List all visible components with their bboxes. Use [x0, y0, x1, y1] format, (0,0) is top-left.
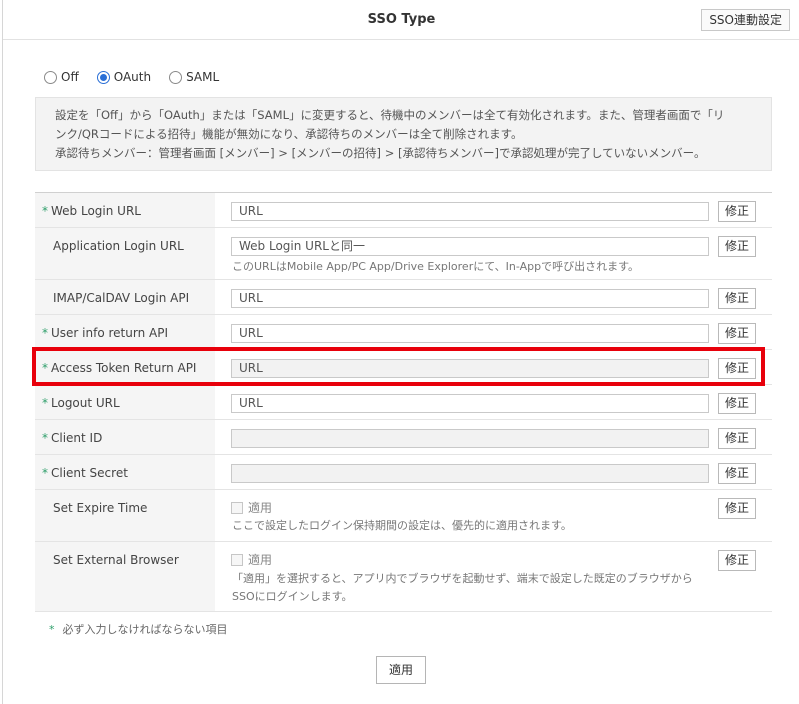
label-cell: Set Expire Time [35, 490, 215, 541]
field-hint: ここで設定したログイン保持期間の設定は、優先的に適用されます。 [232, 519, 572, 532]
edit-button[interactable]: 修正 [718, 498, 756, 519]
field-hint: 「適用」を選択すると、アプリ内でブラウザを起動せず、端末で設定した既定のブラウザ… [232, 572, 693, 585]
checkbox-icon[interactable] [231, 501, 243, 514]
web-login-url-input[interactable]: URL [231, 202, 709, 221]
edit-button[interactable]: 修正 [718, 288, 756, 309]
client-id-input[interactable] [231, 429, 709, 448]
radio-off-icon[interactable] [44, 70, 57, 84]
label-cell: * Client Secret [35, 455, 215, 489]
sso-settings-table: * Web Login URL URL 修正 Application Login … [35, 192, 772, 612]
user-info-return-api-input[interactable]: URL [231, 324, 709, 343]
field-label: * Web Login URL [42, 204, 141, 218]
required-mark: * [42, 466, 48, 480]
logout-url-input[interactable]: URL [231, 394, 709, 413]
table-row-user-info-return-api: * User info return API URL 修正 [35, 315, 772, 350]
header-bar: SSO Type SSO連動設定 [3, 0, 799, 40]
table-row-set-external-browser: Set External Browser 適用 修正 「適用」を選択すると、アプ… [35, 542, 772, 612]
table-row-set-expire-time: Set Expire Time 適用 修正 ここで設定したログイン保持期間の設定… [35, 490, 772, 542]
highlight-box [32, 347, 765, 386]
table-row-web-login-url: * Web Login URL URL 修正 [35, 193, 772, 228]
external-browser-apply-checkbox[interactable]: 適用 [231, 551, 272, 568]
notice-line: ンク/QRコードによる招待」機能が無効になり、承認待ちのメンバーは全て削除されま… [55, 127, 523, 141]
field-label: Application Login URL [53, 239, 184, 253]
radio-label-off: Off [61, 70, 79, 84]
checkbox-label: 適用 [248, 501, 273, 515]
table-row-client-secret: * Client Secret 修正 [35, 455, 772, 490]
table-row-logout-url: * Logout URL URL 修正 [35, 385, 772, 420]
field-label: * Logout URL [42, 396, 120, 410]
notice-line: 設定を「Off」から「OAuth」または「SAML」に変更すると、待機中のメンバ… [55, 108, 725, 122]
label-cell: Set External Browser [35, 542, 215, 611]
sso-type-radio-group: Off OAuth SAML [44, 70, 237, 84]
application-login-url-input[interactable]: Web Login URLと同一 [231, 237, 709, 256]
apply-button[interactable]: 適用 [376, 656, 426, 684]
checkbox-icon[interactable] [231, 553, 243, 566]
radio-label-saml: SAML [186, 70, 220, 84]
notice-line: 承認待ちメンバー：管理者画面 [メンバー] > [メンバーの招待] > [承認待… [55, 146, 706, 160]
field-label: IMAP/CalDAV Login API [53, 291, 190, 305]
required-mark: * [42, 204, 48, 218]
radio-option-saml[interactable]: SAML [169, 70, 219, 84]
required-mark: * [42, 431, 48, 445]
field-label: Set Expire Time [53, 501, 148, 515]
field-label: * User info return API [42, 326, 168, 340]
page-title: SSO Type [367, 12, 436, 27]
radio-saml-icon[interactable] [169, 70, 183, 84]
radio-oauth-icon[interactable] [96, 70, 110, 84]
label-cell: * Logout URL [35, 385, 215, 419]
label-cell: Application Login URL [35, 228, 215, 279]
required-footnote: * 必ず入力しなければならない項目 [49, 623, 228, 636]
edit-button[interactable]: 修正 [718, 550, 756, 571]
edit-button[interactable]: 修正 [718, 393, 756, 414]
imap-caldav-login-api-input[interactable]: URL [231, 289, 709, 308]
required-mark: * [49, 623, 55, 636]
label-cell: * Web Login URL [35, 193, 215, 227]
required-mark: * [42, 326, 48, 340]
label-cell: IMAP/CalDAV Login API [35, 280, 215, 314]
sso-link-settings-button[interactable]: SSO連動設定 [701, 9, 790, 31]
field-label: * Client Secret [42, 466, 128, 480]
radio-option-oauth[interactable]: OAuth [96, 70, 152, 84]
sso-settings-panel: SSO Type SSO連動設定 Off OAuth SAML 設定を「Off」… [2, 0, 799, 704]
required-mark: * [42, 396, 48, 410]
radio-option-off[interactable]: Off [44, 70, 79, 84]
field-hint: このURLはMobile App/PC App/Drive Explorerにて… [232, 260, 640, 273]
edit-button[interactable]: 修正 [718, 201, 756, 222]
field-label: Set External Browser [53, 553, 179, 567]
notice-box: 設定を「Off」から「OAuth」または「SAML」に変更すると、待機中のメンバ… [35, 97, 772, 171]
table-row-client-id: * Client ID 修正 [35, 420, 772, 455]
field-hint: SSOにログインします。 [232, 590, 353, 603]
radio-label-oauth: OAuth [113, 70, 152, 84]
label-cell: * User info return API [35, 315, 215, 349]
table-row-imap-caldav-login-api: IMAP/CalDAV Login API URL 修正 [35, 280, 772, 315]
edit-button[interactable]: 修正 [718, 236, 756, 257]
edit-button[interactable]: 修正 [718, 463, 756, 484]
checkbox-label: 適用 [248, 553, 273, 567]
expire-time-apply-checkbox[interactable]: 適用 [231, 499, 272, 516]
field-label: * Client ID [42, 431, 103, 445]
edit-button[interactable]: 修正 [718, 428, 756, 449]
table-row-application-login-url: Application Login URL Web Login URLと同一 修… [35, 228, 772, 280]
client-secret-input[interactable] [231, 464, 709, 483]
edit-button[interactable]: 修正 [718, 323, 756, 344]
label-cell: * Client ID [35, 420, 215, 454]
